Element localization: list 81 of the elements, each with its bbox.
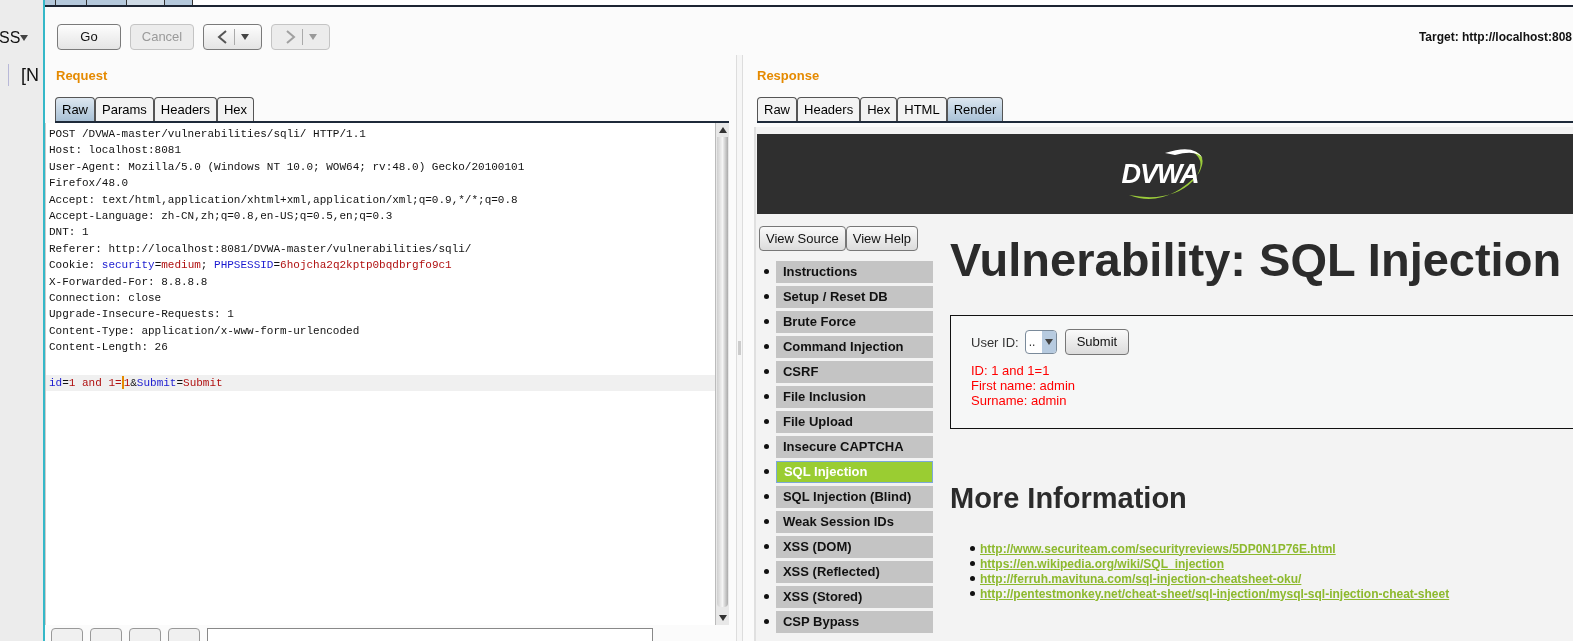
caret-icon bbox=[1044, 339, 1053, 345]
bullet-icon bbox=[970, 561, 975, 566]
bullet-icon bbox=[764, 344, 769, 349]
menu-link[interactable]: File Upload bbox=[775, 410, 933, 433]
menu-link[interactable]: CSRF bbox=[775, 360, 933, 383]
viewer-tab[interactable]: Hex bbox=[860, 97, 898, 121]
code-line: Accept-Language: zh-CN,zh;q=0.8,en-US;q=0.5,en;q=0.3 bbox=[48, 208, 394, 224]
submit-button[interactable]: Submit bbox=[1064, 329, 1130, 355]
back-button[interactable] bbox=[203, 24, 262, 50]
menu-link[interactable]: XSS (Reflected) bbox=[775, 560, 933, 583]
caret-icon bbox=[20, 35, 29, 41]
code-line: Connection: close bbox=[48, 290, 163, 306]
menu-link[interactable]: Command Injection bbox=[775, 335, 933, 358]
bullet-icon bbox=[764, 419, 769, 424]
bullet-icon bbox=[764, 569, 769, 574]
text-cursor bbox=[121, 376, 124, 390]
menu-link[interactable]: XSS (Stored) bbox=[775, 585, 933, 608]
code-line: Cookie: security=medium; PHPSESSID=6hojcha2q2kptp0bqdbrgfo9c1 bbox=[48, 258, 453, 274]
menu-link[interactable]: File Inclusion bbox=[775, 385, 933, 408]
code-line: Firefox/48.0 bbox=[48, 176, 130, 192]
menu-link[interactable]: Setup / Reset DB bbox=[775, 285, 933, 308]
bullet-icon bbox=[764, 269, 769, 274]
bullet-icon bbox=[970, 546, 975, 551]
bullet-icon bbox=[764, 294, 769, 299]
code-line: Accept: text/html,application/xhtml+xml,application/xml;q=0.9,*/*;q=0.8 bbox=[48, 192, 519, 208]
scrollbar[interactable] bbox=[715, 123, 729, 625]
toolbar-text: [N bbox=[21, 63, 39, 87]
result-text: First name: admin bbox=[971, 378, 1077, 393]
bullet-icon bbox=[970, 591, 975, 596]
code-line: DNT: 1 bbox=[48, 225, 90, 241]
menu-link[interactable]: CSP Bypass bbox=[775, 610, 933, 633]
editor-tab[interactable]: Raw bbox=[55, 97, 95, 121]
menu-link[interactable]: Weak Session IDs bbox=[775, 510, 933, 533]
editor-tab[interactable]: Params bbox=[95, 97, 154, 121]
user-id-select[interactable]: .. bbox=[1024, 330, 1057, 354]
panel-title: Request bbox=[56, 66, 108, 85]
menu-link[interactable]: Brute Force bbox=[775, 310, 933, 333]
viewer-tab[interactable]: Headers bbox=[797, 97, 861, 121]
left-chevron-icon bbox=[216, 30, 228, 44]
bullet-icon bbox=[764, 369, 769, 374]
code-line: Content-Type: application/x-www-form-urlencoded bbox=[48, 323, 361, 339]
right-chevron-icon bbox=[284, 30, 296, 44]
go-button[interactable]: Go bbox=[57, 24, 121, 50]
code-line: Host: localhost:8081 bbox=[48, 143, 183, 159]
bullet-icon bbox=[764, 394, 769, 399]
target-label: Target: http://localhost:808 bbox=[1418, 29, 1572, 46]
bullet-icon bbox=[764, 494, 769, 499]
viewer-tab[interactable]: Render bbox=[946, 97, 1004, 121]
result-text: Surname: admin bbox=[971, 393, 1068, 408]
code-line: POST /DVWA-master/vulnerabilities/sqli/ HTTP/1.1 bbox=[48, 127, 367, 142]
menu-label[interactable]: SS bbox=[0, 26, 21, 50]
caret-icon bbox=[308, 34, 317, 40]
menu-link[interactable]: Instructions bbox=[775, 260, 933, 283]
bullet-icon bbox=[764, 444, 769, 449]
bullet-icon bbox=[764, 594, 769, 599]
editor-tab[interactable]: Hex bbox=[216, 97, 255, 121]
bullet-icon bbox=[764, 544, 769, 549]
viewer-tab[interactable]: HTML bbox=[897, 97, 947, 121]
code-line: Upgrade-Insecure-Requests: 1 bbox=[48, 307, 235, 323]
panel-title: Response bbox=[757, 66, 820, 85]
bullet-icon bbox=[970, 576, 975, 581]
view-help-button[interactable]: View Help bbox=[845, 226, 919, 251]
code-line: X-Forwarded-For: 8.8.8.8 bbox=[48, 274, 209, 290]
menu-link[interactable]: Insecure CAPTCHA bbox=[775, 435, 933, 458]
bullet-icon bbox=[764, 469, 769, 474]
menu-link[interactable]: XSS (DOM) bbox=[775, 535, 933, 558]
section-heading: More Information bbox=[950, 481, 1188, 515]
field-label: User ID: bbox=[971, 333, 1019, 352]
code-line: Content-Length: 26 bbox=[48, 340, 169, 356]
caret-icon bbox=[240, 34, 249, 40]
bullet-icon bbox=[764, 619, 769, 624]
page-heading: Vulnerability: SQL Injection bbox=[950, 232, 1563, 288]
view-source-button[interactable]: View Source bbox=[759, 226, 846, 251]
code-line: User-Agent: Mozilla/5.0 (Windows NT 10.0; WOW64; rv:48.0) Gecko/20100101 bbox=[48, 159, 526, 175]
bullet-icon bbox=[764, 519, 769, 524]
bullet-icon bbox=[764, 319, 769, 324]
editor-tab[interactable]: Headers bbox=[153, 97, 217, 121]
menu-link[interactable]: SQL Injection (Blind) bbox=[775, 485, 933, 508]
viewer-tab[interactable]: Raw bbox=[757, 97, 797, 121]
code-line: Referer: http://localhost:8081/DVWA-master/vulnerabilities/sqli/ bbox=[48, 241, 473, 257]
result-text: ID: 1 and 1=1 bbox=[971, 363, 1051, 378]
